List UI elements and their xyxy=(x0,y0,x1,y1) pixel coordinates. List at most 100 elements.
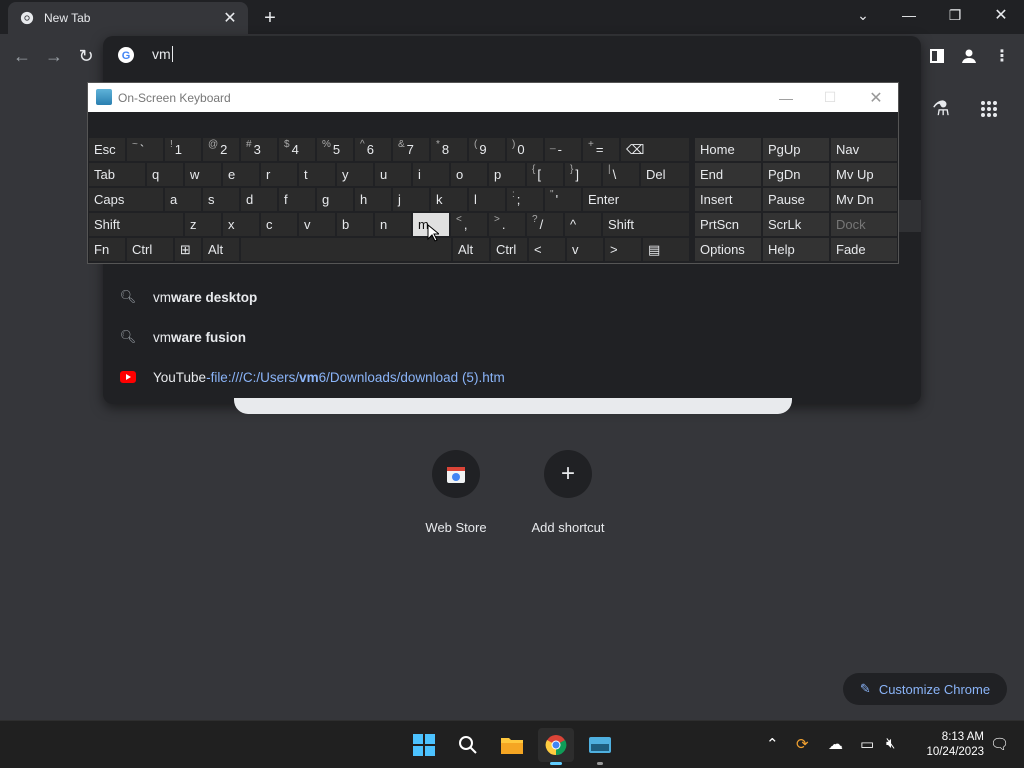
search-box[interactable] xyxy=(234,398,792,414)
osk-key[interactable]: _ - xyxy=(544,137,582,162)
osk-key[interactable]: Del xyxy=(640,162,690,187)
osk-key[interactable]: (9 xyxy=(468,137,506,162)
chevron-up-icon[interactable]: ⌃ xyxy=(766,735,779,753)
osk-key[interactable]: ~ ` xyxy=(126,137,164,162)
osk-key[interactable]: ? / xyxy=(526,212,564,237)
osk-key[interactable]: Home xyxy=(694,137,762,162)
osk-key[interactable]: | \ xyxy=(602,162,640,187)
osk-key[interactable]: u xyxy=(374,162,412,187)
tab-new-tab[interactable]: New Tab ✕ xyxy=(8,2,248,34)
osk-key[interactable]: PgUp xyxy=(762,137,830,162)
osk-key[interactable]: v xyxy=(298,212,336,237)
osk-key[interactable]: " ' xyxy=(544,187,582,212)
osk-key[interactable]: #3 xyxy=(240,137,278,162)
cloud-icon[interactable]: ☁ xyxy=(828,735,843,753)
osk-key[interactable]: Caps xyxy=(88,187,164,212)
osk-key[interactable]: f xyxy=(278,187,316,212)
osk-key[interactable]: v xyxy=(566,237,604,262)
osk-key[interactable]: Alt xyxy=(452,237,490,262)
osk-taskbar-icon[interactable] xyxy=(582,728,618,762)
volume-muted-icon[interactable]: 🔇︎ xyxy=(886,735,895,752)
osk-key[interactable]: Options xyxy=(694,237,762,262)
search-icon[interactable] xyxy=(450,728,486,762)
back-button[interactable]: ← xyxy=(8,42,36,70)
osk-key[interactable]: g xyxy=(316,187,354,212)
osk-key[interactable]: ^ 6 xyxy=(354,137,392,162)
osk-key[interactable] xyxy=(240,237,452,262)
new-tab-button[interactable]: + xyxy=(258,6,282,30)
osk-key[interactable]: ▤ xyxy=(642,237,690,262)
osk-key[interactable]: l xyxy=(468,187,506,212)
osk-key[interactable]: Dock xyxy=(830,212,898,237)
osk-key[interactable]: ) 0 xyxy=(506,137,544,162)
omnibox-input[interactable]: vm xyxy=(152,46,173,62)
osk-key[interactable]: < xyxy=(528,237,566,262)
osk-key[interactable]: a xyxy=(164,187,202,212)
osk-key[interactable]: j xyxy=(392,187,430,212)
osk-key[interactable]: Alt xyxy=(202,237,240,262)
osk-key[interactable]: n xyxy=(374,212,412,237)
file-explorer-icon[interactable] xyxy=(494,728,530,762)
osk-key[interactable]: Tab xyxy=(88,162,146,187)
osk-key[interactable]: Fn xyxy=(88,237,126,262)
shortcut-add[interactable]: + Add shortcut xyxy=(512,450,624,535)
osk-key[interactable]: @2 xyxy=(202,137,240,162)
osk-key[interactable]: * 8 xyxy=(430,137,468,162)
menu-icon[interactable]: ⋮ xyxy=(994,45,1010,67)
osk-key[interactable]: Pause xyxy=(762,187,830,212)
profile-icon[interactable] xyxy=(958,45,980,67)
network-icon[interactable]: ▭ xyxy=(860,735,874,753)
osk-key[interactable]: & 7 xyxy=(392,137,430,162)
osk-key[interactable]: End xyxy=(694,162,762,187)
osk-key[interactable]: r xyxy=(260,162,298,187)
osk-key[interactable]: Insert xyxy=(694,187,762,212)
osk-key[interactable]: w xyxy=(184,162,222,187)
osk-key[interactable]: Nav xyxy=(830,137,898,162)
tab-search-icon[interactable]: ⌄ xyxy=(840,0,886,30)
osk-key[interactable]: o xyxy=(450,162,488,187)
osk-minimize-button[interactable]: — xyxy=(764,83,808,112)
start-icon[interactable] xyxy=(406,728,442,762)
osk-key[interactable]: }] xyxy=(564,162,602,187)
minimize-button[interactable]: — xyxy=(886,0,932,30)
shortcut-web-store[interactable]: Web Store xyxy=(400,450,512,535)
osk-key[interactable]: Help xyxy=(762,237,830,262)
osk-key[interactable]: :; xyxy=(506,187,544,212)
osk-key[interactable]: {[ xyxy=(526,162,564,187)
osk-maximize-button[interactable]: ☐ xyxy=(808,83,852,112)
osk-key[interactable]: PrtScn xyxy=(694,212,762,237)
osk-key[interactable]: z xyxy=(184,212,222,237)
osk-key[interactable]: e xyxy=(222,162,260,187)
osk-key[interactable]: ScrLk xyxy=(762,212,830,237)
side-panel-icon[interactable] xyxy=(926,45,948,67)
suggestion-item[interactable]: YouTube - file:///C:/Users/vm 6/Downloads… xyxy=(103,357,921,397)
osk-key[interactable]: q xyxy=(146,162,184,187)
osk-key[interactable]: % 5 xyxy=(316,137,354,162)
osk-key[interactable]: ⊞ xyxy=(174,237,202,262)
osk-key[interactable]: ⌫ xyxy=(620,137,690,162)
osk-key[interactable]: d xyxy=(240,187,278,212)
osk-key[interactable]: > xyxy=(604,237,642,262)
osk-key[interactable]: x xyxy=(222,212,260,237)
reload-button[interactable]: ↻ xyxy=(72,42,100,70)
suggestion-item[interactable]: 🔍︎ vm ware fusion xyxy=(103,317,921,357)
osk-key[interactable]: Mv Up xyxy=(830,162,898,187)
osk-key[interactable]: b xyxy=(336,212,374,237)
notification-icon[interactable]: 🗨︎ xyxy=(990,735,1009,753)
osk-key[interactable]: Ctrl xyxy=(490,237,528,262)
osk-key[interactable]: ! 1 xyxy=(164,137,202,162)
osk-key[interactable]: $4 xyxy=(278,137,316,162)
osk-key[interactable]: Ctrl xyxy=(126,237,174,262)
osk-key[interactable]: PgDn xyxy=(762,162,830,187)
osk-key[interactable]: i xyxy=(412,162,450,187)
suggestion-item[interactable]: 🔍︎ vm ware desktop xyxy=(103,277,921,317)
sync-icon[interactable]: ⟳ xyxy=(796,735,809,753)
osk-key[interactable]: ^ xyxy=(564,212,602,237)
osk-key[interactable]: k xyxy=(430,187,468,212)
osk-key[interactable]: t xyxy=(298,162,336,187)
osk-close-button[interactable]: ✕ xyxy=(854,83,898,112)
osk-key[interactable]: Fade xyxy=(830,237,898,262)
osk-key[interactable]: y xyxy=(336,162,374,187)
osk-key[interactable]: p xyxy=(488,162,526,187)
labs-flask-icon[interactable]: ⚗ xyxy=(932,96,950,121)
